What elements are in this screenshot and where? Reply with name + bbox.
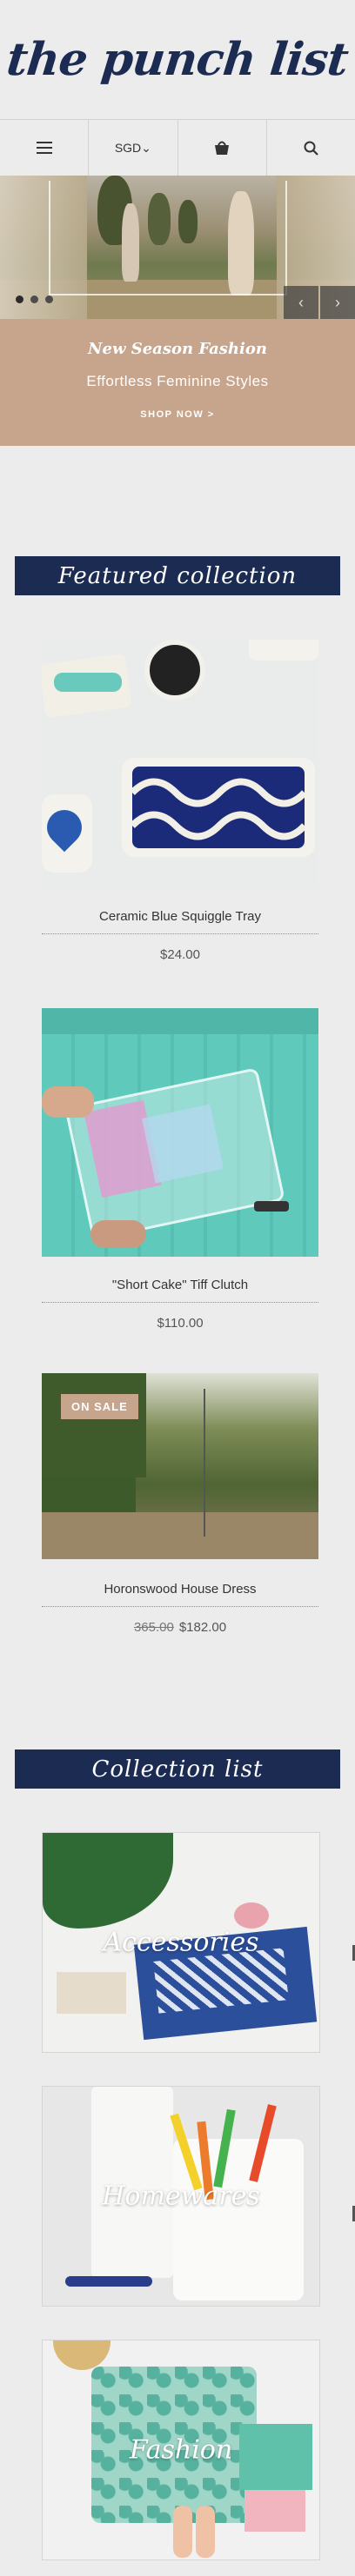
collection-image-sandal [196,2506,215,2558]
product-name[interactable]: Horonswood House Dress [42,1582,318,1597]
price-value: $110.00 [157,1316,204,1331]
hero-slideshow[interactable]: ‹ › [0,176,355,319]
currency-label: SGD [114,141,142,155]
site-logo[interactable]: the punch list [0,0,355,118]
product-image-path [42,1512,318,1559]
product-name[interactable]: "Short Cake" Tiff Clutch [42,1278,318,1292]
product-image[interactable] [42,1008,318,1257]
top-nav-bar: SGD ⌄ [0,119,355,176]
slideshow-dot[interactable] [30,295,38,303]
product-divider [42,1606,318,1607]
slideshow-prev-button[interactable]: ‹ [284,286,318,319]
product-image-shrub [42,1373,146,1477]
chevron-right-icon: › [335,293,340,311]
hero-frame-outline [49,181,287,295]
collection-card-fashion[interactable]: Fashion [42,2340,320,2560]
product-image-hand [90,1220,146,1248]
collection-image-sandal [173,2506,192,2558]
slideshow-dots [16,295,53,303]
menu-button[interactable] [0,120,90,176]
product-image-bowl [144,640,205,700]
promo-banner: New Season Fashion Effortless Feminine S… [0,319,355,446]
collection-image-glasses [234,1902,269,1929]
product-image-tray-pattern [130,767,307,848]
product-card[interactable]: Ceramic Blue Squiggle Tray $24.00 [42,640,318,962]
promo-subtitle: Effortless Feminine Styles [86,373,269,389]
slideshow-dot[interactable] [16,295,23,303]
shop-now-link[interactable]: SHOP NOW > [0,409,355,420]
squiggle-pattern [130,778,307,840]
featured-collection-heading: Featured collection [15,556,340,595]
promo-title: New Season Fashion [88,340,267,358]
hamburger-icon [36,142,52,154]
product-divider [42,1302,318,1303]
price-value: $24.00 [160,947,200,962]
product-image-clutch-blue [141,1104,224,1184]
product-price: $110.00 [42,1316,318,1331]
collection-list-heading: Collection list [15,1749,340,1789]
product-image-dachshund [54,673,122,692]
collection-image-leaf [43,1833,173,1929]
cart-button[interactable] [178,120,267,176]
product-image-hand [42,1086,94,1118]
product-card[interactable]: ON SALE Horonswood House Dress 365.00 $18… [42,1373,318,1635]
product-image[interactable]: ON SALE [42,1373,318,1559]
collection-label: Accessories [103,1927,259,1958]
price-value: $182.00 [178,1620,227,1635]
slideshow-next-button[interactable]: › [320,286,355,319]
chevron-left-icon: ‹ [298,293,304,311]
compare-price: 365.00 [133,1620,174,1635]
collection-image-pen [65,2276,152,2287]
collection-image-hat [53,2340,111,2370]
product-divider [42,933,318,934]
product-image-door-frame [42,1008,318,1034]
search-button[interactable] [267,120,355,176]
search-icon [304,141,318,156]
product-image[interactable] [42,640,318,888]
currency-selector[interactable]: SGD ⌄ [89,120,178,176]
product-image-door-handle [254,1201,289,1212]
product-price: 365.00 $182.00 [42,1620,318,1635]
collection-image-shorts [244,2490,305,2532]
collection-card-homewares[interactable]: Homewares [42,2086,320,2307]
logo-text: the punch list [4,32,351,86]
collection-label: Homewares [102,2181,260,2212]
collection-card-accessories[interactable]: Accessories [42,1832,320,2053]
chevron-down-icon: ⌄ [141,140,151,155]
product-card[interactable]: "Short Cake" Tiff Clutch $110.00 [42,1008,318,1331]
product-image-pole [204,1389,205,1537]
product-price: $24.00 [42,947,318,962]
collection-label: Fashion [129,2434,233,2466]
slideshow-dot[interactable] [45,295,53,303]
collection-image-box [57,1972,126,2014]
on-sale-badge: ON SALE [61,1394,138,1419]
shopping-bag-icon [215,141,230,155]
product-name[interactable]: Ceramic Blue Squiggle Tray [42,909,318,924]
product-image-plate [249,640,318,661]
